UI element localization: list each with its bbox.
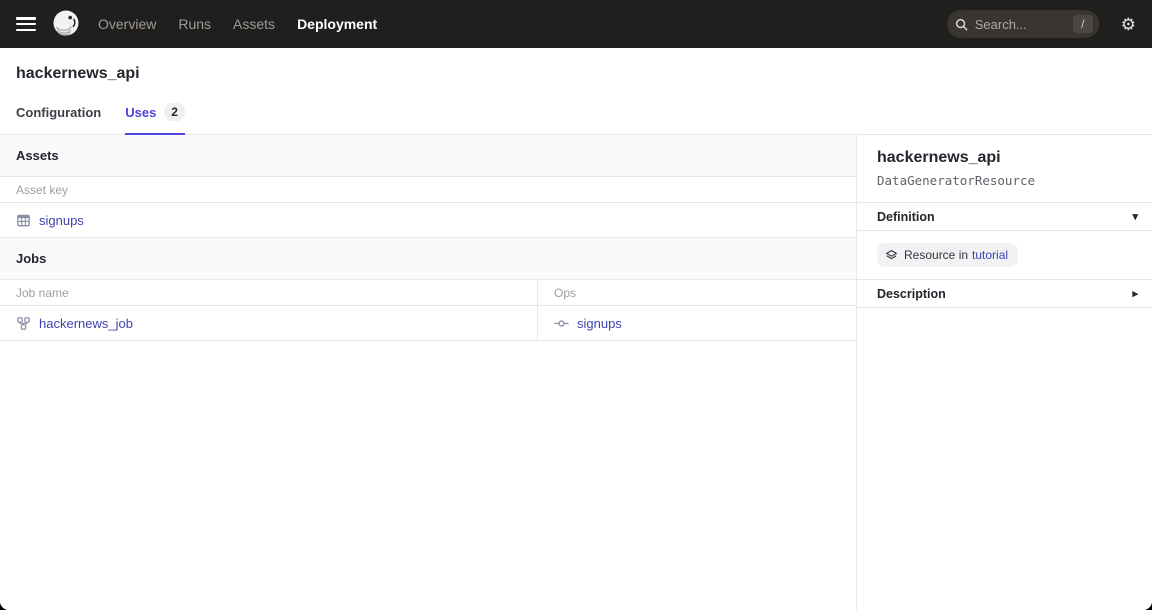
tab-uses-count-badge: 2 xyxy=(164,103,185,121)
nav-links: Overview Runs Assets Deployment xyxy=(98,16,377,32)
hamburger-menu-icon[interactable] xyxy=(16,17,36,31)
job-name-column-header: Job name xyxy=(0,280,538,305)
chevron-down-icon: ▾ xyxy=(1132,210,1138,223)
resource-tutorial-tag[interactable]: Resource in tutorial xyxy=(877,243,1018,267)
asset-link-signups[interactable]: signups xyxy=(39,213,84,228)
section-divider xyxy=(857,307,1152,308)
top-nav: Overview Runs Assets Deployment / ⚙ xyxy=(0,0,1152,48)
definition-section-body: Resource in tutorial xyxy=(857,230,1152,279)
definition-section-header[interactable]: Definition ▾ xyxy=(857,202,1152,230)
chevron-right-icon: ▸ xyxy=(1132,287,1138,300)
resource-header: hackernews_api DataGeneratorResource xyxy=(857,135,1152,202)
jobs-section-title: Jobs xyxy=(16,251,46,266)
app-window: Overview Runs Assets Deployment / ⚙ hack… xyxy=(0,0,1152,610)
job-graph-icon xyxy=(16,316,31,331)
page-header: hackernews_api Configuration Uses 2 xyxy=(0,48,1152,135)
assets-column-header-row: Asset key xyxy=(0,177,856,203)
job-link-hackernews-job[interactable]: hackernews_job xyxy=(39,316,133,331)
ops-cell: signups xyxy=(538,306,856,340)
search-box[interactable]: / xyxy=(947,10,1099,38)
tab-configuration[interactable]: Configuration xyxy=(16,93,101,135)
resource-detail-panel: hackernews_api DataGeneratorResource Def… xyxy=(857,135,1152,610)
jobs-column-header-row: Job name Ops xyxy=(0,280,856,306)
nav-item-overview[interactable]: Overview xyxy=(98,16,156,32)
nav-item-assets[interactable]: Assets xyxy=(233,16,275,32)
job-row: hackernews_job signups xyxy=(0,306,856,341)
op-link-signups[interactable]: signups xyxy=(577,316,622,331)
ops-column-header: Ops xyxy=(538,280,856,305)
job-name-cell: hackernews_job xyxy=(0,306,538,340)
asset-table-icon xyxy=(16,213,31,228)
uses-panel: Assets Asset key signups xyxy=(0,135,857,610)
assets-section-title: Assets xyxy=(16,148,59,163)
asset-row: signups xyxy=(0,203,856,238)
assets-section-header: Assets xyxy=(0,135,856,177)
tag-text: Resource in xyxy=(904,248,968,262)
asset-key-column-header: Asset key xyxy=(0,183,84,197)
tab-configuration-label: Configuration xyxy=(16,105,101,120)
resource-title: hackernews_api xyxy=(877,149,1136,167)
search-shortcut-badge: / xyxy=(1073,15,1093,33)
content-area: Assets Asset key signups xyxy=(0,135,1152,610)
tab-uses[interactable]: Uses 2 xyxy=(125,93,185,135)
layers-icon xyxy=(885,249,898,262)
op-icon xyxy=(554,316,569,331)
gear-icon[interactable]: ⚙ xyxy=(1121,16,1136,33)
nav-item-runs[interactable]: Runs xyxy=(178,16,211,32)
dagster-logo-icon[interactable] xyxy=(50,8,82,40)
definition-section-label: Definition xyxy=(877,210,935,224)
description-section-header[interactable]: Description ▸ xyxy=(857,279,1152,307)
tab-uses-label: Uses xyxy=(125,105,156,120)
tab-bar: Configuration Uses 2 xyxy=(0,93,1152,134)
nav-item-deployment[interactable]: Deployment xyxy=(297,16,377,32)
search-input[interactable] xyxy=(975,17,1073,32)
search-icon xyxy=(955,18,968,31)
asset-key-cell: signups xyxy=(0,203,100,237)
jobs-section-header: Jobs xyxy=(0,238,856,280)
description-section-label: Description xyxy=(877,287,946,301)
tag-tutorial-link[interactable]: tutorial xyxy=(972,248,1008,262)
page-title: hackernews_api xyxy=(0,48,1152,93)
resource-type: DataGeneratorResource xyxy=(877,173,1136,188)
